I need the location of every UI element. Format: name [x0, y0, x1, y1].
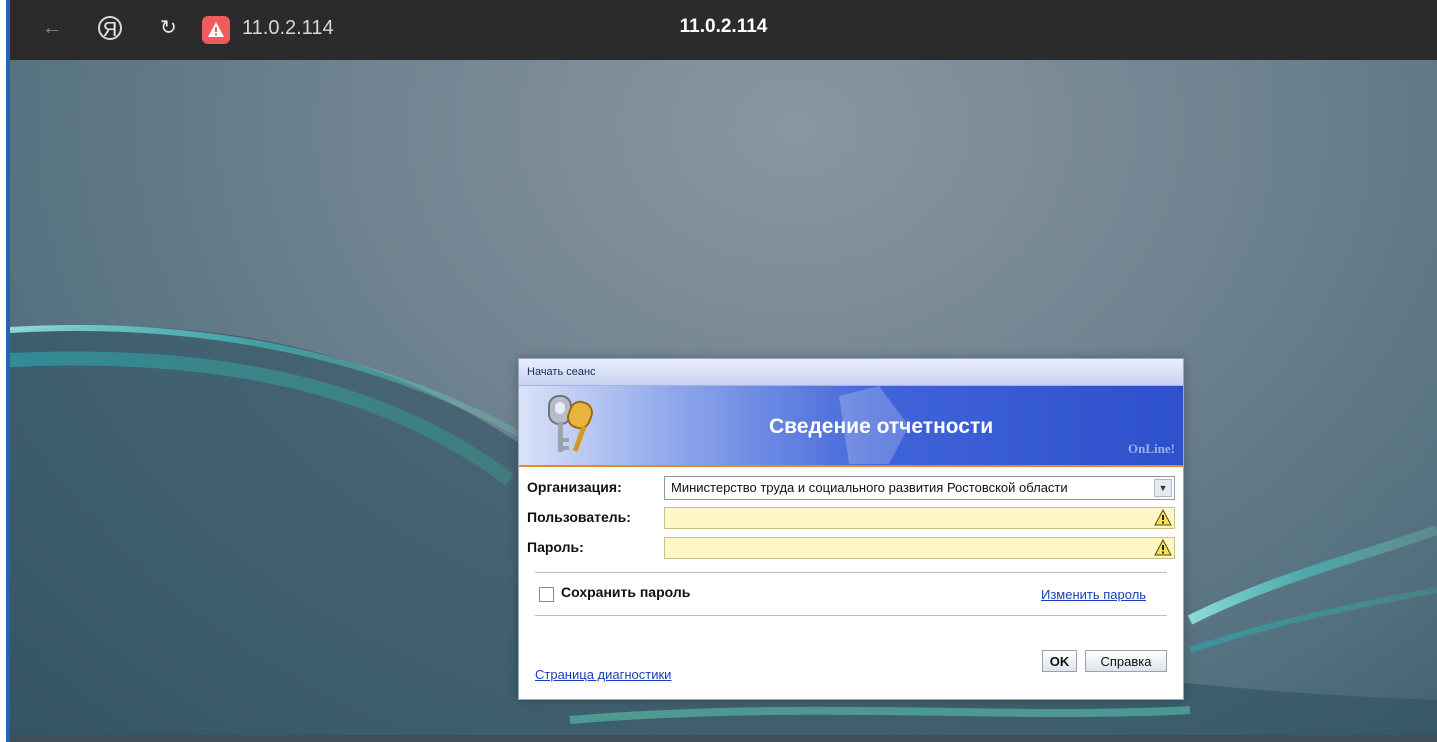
- password-input[interactable]: [669, 538, 1139, 558]
- user-field-box: [664, 507, 1175, 529]
- password-field-box: [664, 537, 1175, 559]
- save-password-checkbox[interactable]: [539, 587, 554, 602]
- banner-title: Сведение отчетности: [769, 415, 994, 438]
- chevron-down-icon[interactable]: ▼: [1154, 479, 1172, 497]
- keys-icon: [548, 395, 593, 452]
- browser-toolbar: ← Я ↻ 11.0.2.114 11.0.2.114: [10, 0, 1437, 60]
- help-button[interactable]: Справка: [1085, 650, 1167, 672]
- warning-icon: [1154, 509, 1172, 526]
- page-title: 11.0.2.114: [679, 16, 768, 37]
- bottom-edge: [10, 735, 1437, 742]
- dialog-title: Начать сеанс: [519, 359, 1183, 386]
- divider: [535, 615, 1167, 616]
- change-password-link[interactable]: Изменить пароль: [1041, 587, 1146, 602]
- dialog-banner: Сведение отчетности OnLine!: [519, 386, 1183, 467]
- ok-button[interactable]: OK: [1042, 650, 1077, 672]
- divider: [535, 572, 1167, 573]
- user-input[interactable]: [669, 508, 1139, 528]
- diagnostics-link[interactable]: Страница диагностики: [535, 667, 671, 682]
- save-password-label[interactable]: Сохранить пароль: [561, 584, 690, 600]
- banner-subtitle: OnLine!: [1128, 441, 1175, 456]
- organization-value: Министерство труда и социального развити…: [671, 480, 1068, 495]
- password-label: Пароль:: [527, 539, 584, 555]
- warning-icon: [1154, 539, 1172, 556]
- organization-label: Организация:: [527, 479, 622, 495]
- organization-select[interactable]: Министерство труда и социального развити…: [664, 476, 1175, 500]
- login-dialog: Начать сеанс Сведение отчетности OnLine!…: [518, 358, 1184, 700]
- left-edge: [0, 0, 10, 742]
- user-label: Пользователь:: [527, 509, 631, 525]
